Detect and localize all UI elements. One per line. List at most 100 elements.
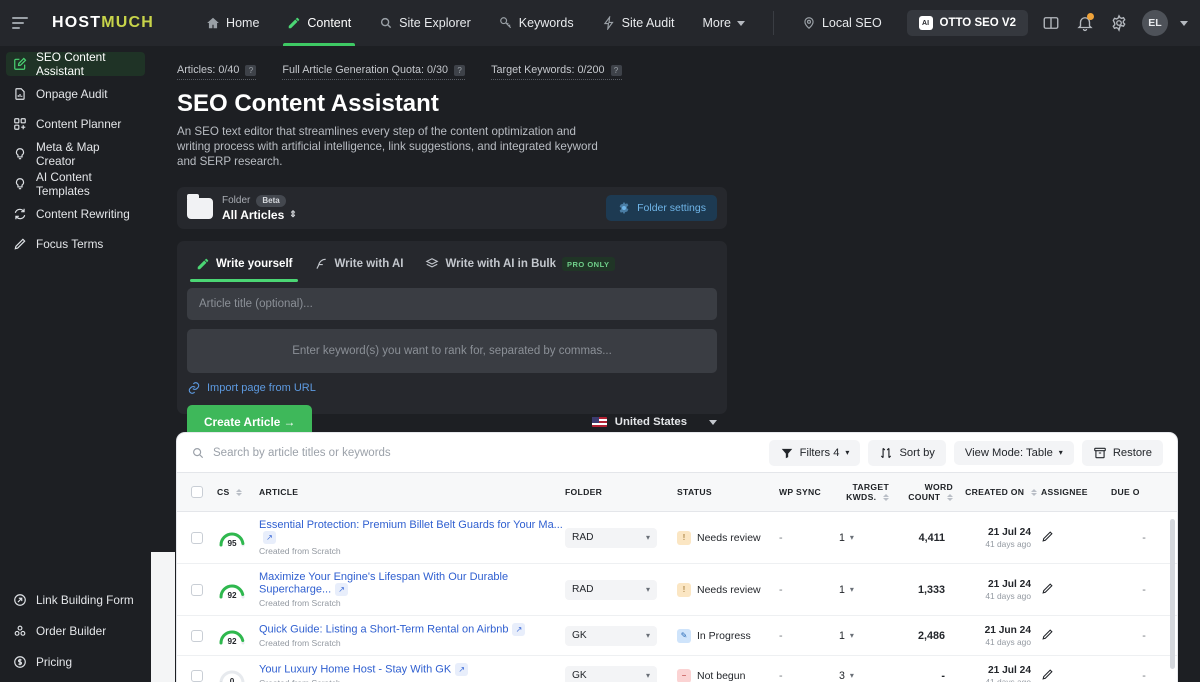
row-checkbox[interactable] xyxy=(191,629,203,642)
notifications-bell-icon[interactable] xyxy=(1074,12,1096,34)
account-chevron-down-icon[interactable] xyxy=(1180,20,1188,26)
sidebar-item-link-building-form[interactable]: Link Building Form xyxy=(6,588,145,612)
nav-item-home[interactable]: Home xyxy=(192,0,273,46)
tab-write-with-ai-bulk[interactable]: Write with AI in Bulk PRO ONLY xyxy=(416,253,623,282)
cubes-icon xyxy=(13,624,27,638)
brand-logo[interactable]: HOSTMUCH xyxy=(52,14,154,32)
folder-dropdown[interactable]: RAD ▾ xyxy=(565,579,657,600)
wp-sync-cell: - xyxy=(779,615,839,656)
assignee-edit-icon[interactable] xyxy=(1041,530,1054,546)
nav-item-keywords[interactable]: Keywords xyxy=(485,0,588,46)
gear-icon[interactable] xyxy=(1108,12,1130,34)
open-external-icon[interactable]: ↗ xyxy=(263,531,276,544)
sort-toggle-icon[interactable] xyxy=(236,489,243,497)
sort-toggle-icon[interactable] xyxy=(1031,489,1037,497)
view-mode-button[interactable]: View Mode: Table ▾ xyxy=(953,440,1074,465)
folder-settings-button[interactable]: Folder settings xyxy=(606,195,717,221)
keywords-input[interactable]: Enter keyword(s) you want to rank for, s… xyxy=(187,329,717,373)
tab-write-with-ai[interactable]: Write with AI xyxy=(305,253,412,282)
target-kwds-dropdown[interactable]: 1 ▾ xyxy=(839,532,893,544)
status-badge[interactable]: − Not begun xyxy=(677,668,779,682)
status-badge[interactable]: ✎ In Progress xyxy=(677,628,779,643)
nav-item-more[interactable]: More xyxy=(688,0,758,46)
folder-value: GK xyxy=(572,630,587,641)
row-checkbox[interactable] xyxy=(191,583,203,596)
assignee-edit-icon[interactable] xyxy=(1041,668,1054,682)
created-on-ago: 41 days ago xyxy=(985,538,1031,549)
target-kwds-dropdown[interactable]: 1 ▾ xyxy=(839,584,893,596)
word-count-cell: 4,411 xyxy=(893,511,957,564)
target-kwds-dropdown[interactable]: 1 ▾ xyxy=(839,630,893,642)
filters-button[interactable]: Filters 4 ▾ xyxy=(768,439,861,466)
sidebar-item-onpage-audit[interactable]: Onpage Audit xyxy=(6,82,145,106)
sidebar-item-ai-content-templates[interactable]: AI Content Templates xyxy=(6,170,145,198)
open-external-icon[interactable]: ↗ xyxy=(512,623,526,636)
avatar[interactable]: EL xyxy=(1142,10,1168,36)
help-icon[interactable]: ? xyxy=(245,64,257,76)
row-checkbox[interactable] xyxy=(191,669,203,682)
quota-full-article-generation[interactable]: Full Article Generation Quota: 0/30 ? xyxy=(282,64,466,80)
assignee-edit-icon[interactable] xyxy=(1041,582,1054,598)
vertical-scrollbar[interactable] xyxy=(1170,519,1175,669)
article-title-link[interactable]: Your Luxury Home Host - Stay With GK xyxy=(259,663,451,675)
wp-sync-value: - xyxy=(779,583,783,596)
column-target-kwds[interactable]: TARGET KWDS. xyxy=(839,473,893,512)
nav-item-local-seo[interactable]: Local SEO xyxy=(788,0,896,46)
sidebar-item-content-planner[interactable]: Content Planner xyxy=(6,112,145,136)
select-all-checkbox[interactable] xyxy=(191,486,203,498)
sort-toggle-icon[interactable] xyxy=(947,494,953,502)
table-row[interactable]: 0 Your Luxury Home Host - Stay With GK ↗ Cr… xyxy=(177,655,1177,682)
otto-seo-button[interactable]: AI OTTO SEO V2 xyxy=(906,10,1028,36)
quota-target-keywords[interactable]: Target Keywords: 0/200 ? xyxy=(491,64,622,80)
column-word-count[interactable]: WORD COUNT xyxy=(893,473,957,512)
table-row[interactable]: 92 Maximize Your Engine's Lifespan With O… xyxy=(177,563,1177,616)
folder-selector[interactable]: All Articles ⇕ xyxy=(222,208,297,222)
column-article-label: ARTICLE xyxy=(259,487,299,497)
assignee-edit-icon[interactable] xyxy=(1041,628,1054,644)
status-cell: ! Needs review xyxy=(677,563,779,616)
sidebar-item-pricing[interactable]: Pricing xyxy=(6,650,145,674)
book-icon[interactable] xyxy=(1040,12,1062,34)
folder-dropdown[interactable]: GK ▾ xyxy=(565,665,657,682)
help-icon[interactable]: ? xyxy=(454,64,466,76)
sort-toggle-icon[interactable] xyxy=(883,494,889,502)
nav-item-site-explorer[interactable]: Site Explorer xyxy=(365,0,485,46)
due-on-value: - xyxy=(1142,669,1146,682)
target-kwds-dropdown[interactable]: 3 ▾ xyxy=(839,670,893,682)
import-page-from-url-link[interactable]: Import page from URL xyxy=(187,381,727,395)
open-external-icon[interactable]: ↗ xyxy=(335,583,349,596)
sidebar-item-order-builder[interactable]: Order Builder xyxy=(6,619,145,643)
quota-articles[interactable]: Articles: 0/40 ? xyxy=(177,64,257,80)
menu-toggle-icon[interactable] xyxy=(12,17,30,29)
table-row[interactable]: 95 Essential Protection: Premium Billet B… xyxy=(177,511,1177,564)
status-badge[interactable]: ! Needs review xyxy=(677,530,779,545)
search-input[interactable]: Search by article titles or keywords xyxy=(191,446,391,460)
article-title-link[interactable]: Maximize Your Engine's Lifespan With Our… xyxy=(259,571,508,595)
archive-icon xyxy=(1093,446,1107,460)
row-checkbox[interactable] xyxy=(191,531,203,544)
status-badge[interactable]: ! Needs review xyxy=(677,582,779,597)
nav-item-keywords-label: Keywords xyxy=(518,16,574,30)
column-cs[interactable]: CS xyxy=(217,473,259,512)
folder-dropdown[interactable]: GK ▾ xyxy=(565,625,657,646)
folder-dropdown[interactable]: RAD ▾ xyxy=(565,527,657,548)
article-title-link[interactable]: Essential Protection: Premium Billet Bel… xyxy=(259,519,563,531)
country-selector[interactable]: United States xyxy=(591,416,717,428)
sidebar-item-meta-map-creator[interactable]: Meta & Map Creator xyxy=(6,140,145,168)
article-title-link[interactable]: Quick Guide: Listing a Short-Term Rental… xyxy=(259,623,508,635)
tab-write-yourself[interactable]: Write yourself xyxy=(187,253,301,282)
sort-by-button[interactable]: Sort by xyxy=(868,439,946,466)
nav-item-content[interactable]: Content xyxy=(273,0,365,46)
column-created-on[interactable]: CREATED ON xyxy=(957,473,1041,512)
sidebar-item-content-rewriting[interactable]: Content Rewriting xyxy=(6,202,145,226)
table-row[interactable]: 92 Quick Guide: Listing a Short-Term Rent… xyxy=(177,615,1177,656)
due-on-value: - xyxy=(1142,531,1146,544)
nav-item-site-audit[interactable]: Site Audit xyxy=(588,0,689,46)
cs-score-cell: 95 xyxy=(217,511,259,564)
help-icon[interactable]: ? xyxy=(610,64,622,76)
sidebar-item-focus-terms[interactable]: Focus Terms xyxy=(6,232,145,256)
article-title-input[interactable]: Article title (optional)... xyxy=(187,288,717,320)
restore-button[interactable]: Restore xyxy=(1081,439,1163,466)
sidebar-item-seo-content-assistant[interactable]: SEO Content Assistant xyxy=(6,50,145,78)
open-external-icon[interactable]: ↗ xyxy=(455,663,469,676)
